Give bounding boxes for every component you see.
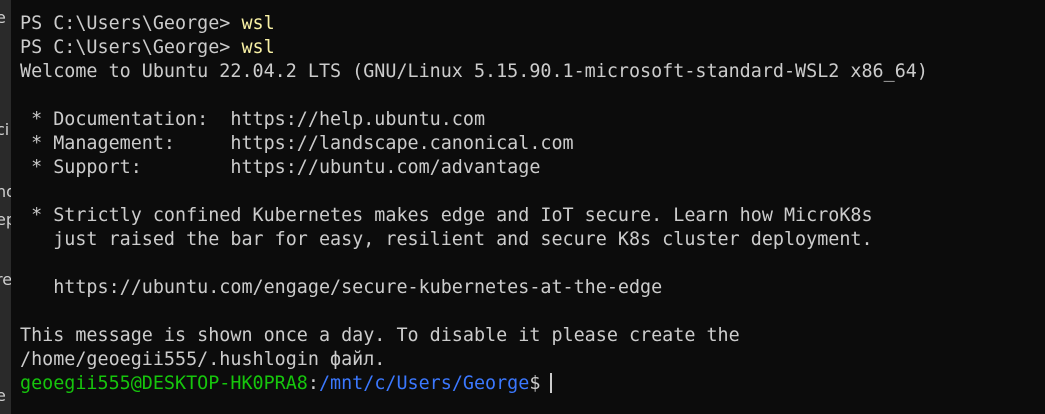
background-text-fragment: e <box>0 8 6 27</box>
bash-prompt-line[interactable]: geoegii555@DESKTOP-HK0PRA8:/mnt/c/Users/… <box>20 372 1045 396</box>
background-text-fragment: nd <box>0 182 11 201</box>
prompt-symbol: $ <box>529 373 541 394</box>
command-text: wsl <box>241 37 275 58</box>
terminal-line: * Support: https://ubuntu.com/advantage <box>20 157 541 178</box>
prompt-user-host: geoegii555@DESKTOP-HK0PRA8 <box>20 373 308 394</box>
terminal-line: https://ubuntu.com/engage/secure-kuberne… <box>20 277 663 298</box>
background-text-fragment: re <box>0 270 11 289</box>
terminal-line: just raised the bar for easy, resilient … <box>20 229 873 250</box>
prompt-path: /mnt/c/Users/George <box>318 373 530 394</box>
terminal-line: This message is shown once a day. To dis… <box>20 325 740 346</box>
prompt-separator: : <box>307 373 319 394</box>
text-cursor <box>550 373 553 393</box>
powershell-prompt: PS C:\Users\George> <box>20 37 242 58</box>
terminal-line: PS C:\Users\George> wsl <box>20 12 1045 36</box>
background-text-fragment: ci <box>0 120 10 139</box>
terminal-line: * Strictly confined Kubernetes makes edg… <box>20 205 873 226</box>
terminal-line: /home/geoegii555/.hushlogin файл. <box>20 349 386 370</box>
terminal-line: PS C:\Users\George> wsl <box>20 36 1045 60</box>
terminal-line: * Management: https://landscape.canonica… <box>20 133 574 154</box>
background-text-fragment: ep <box>0 210 11 229</box>
powershell-prompt: PS C:\Users\George> <box>20 13 242 34</box>
command-text: wsl <box>241 13 275 34</box>
terminal-window[interactable]: PS C:\Users\George> wsl PS C:\Users\Geor… <box>11 0 1045 414</box>
terminal-line: Welcome to Ubuntu 22.04.2 LTS (GNU/Linux… <box>20 61 928 82</box>
background-window-strip: e ci nd ep re e <box>0 0 11 414</box>
background-text-fragment: e <box>0 386 6 405</box>
terminal-line: * Documentation: https://help.ubuntu.com <box>20 109 486 130</box>
